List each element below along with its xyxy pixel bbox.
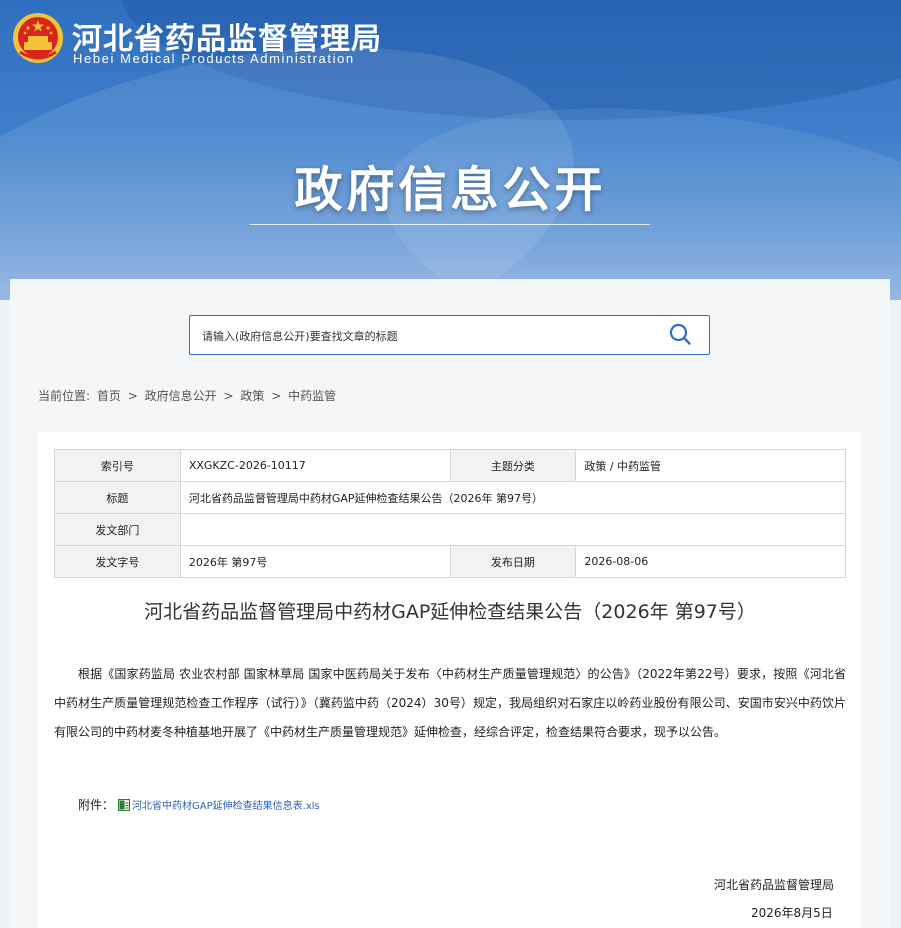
breadcrumb-separator: >	[223, 389, 234, 403]
breadcrumb-separator: >	[271, 389, 282, 403]
banner-title: 政府信息公开	[294, 162, 607, 218]
site-name-english: Hebei Medical Products Administration	[73, 51, 355, 66]
excel-file-icon	[118, 798, 131, 811]
national-emblem-icon[interactable]	[12, 12, 64, 64]
header-banner: 河北省药品监督管理局 Hebei Medical Products Admini…	[0, 0, 901, 300]
document-info-table: 索引号 XXGKZC-2026-10117 主题分类 政策 / 中药监管 标题 …	[54, 449, 847, 578]
breadcrumb: 当前位置: 首页 > 政府信息公开 > 政策 > 中药监管	[38, 387, 339, 404]
dept-label: 发文部门	[54, 513, 181, 546]
index-value: XXGKZC-2026-10117	[179, 449, 451, 482]
index-label: 索引号	[54, 449, 181, 482]
search-placeholder: 请输入(政府信息公开)要查找文章的标题	[202, 330, 398, 343]
attachment-link[interactable]: 河北省中药材GAP延伸检查结果信息表.xls	[132, 797, 320, 812]
table-row: 标题 河北省药品监督管理局中药材GAP延伸检查结果公告（2026年 第97号）	[54, 481, 847, 514]
breadcrumb-item-policy[interactable]: 政策	[240, 389, 264, 403]
signature-date: 2026年8月5日	[751, 906, 833, 920]
breadcrumb-item-home[interactable]: 首页	[97, 389, 121, 403]
category-value: 政策 / 中药监管	[575, 449, 846, 482]
title-label: 标题	[54, 481, 181, 514]
table-row: 发文部门	[54, 513, 847, 546]
breadcrumb-separator: >	[127, 389, 138, 403]
article-title: 河北省药品监督管理局中药材GAP延伸检查结果公告（2026年 第97号）	[144, 601, 756, 623]
banner-divider	[250, 224, 650, 225]
date-value: 2026-08-06	[575, 545, 846, 578]
breadcrumb-item-gov-info[interactable]: 政府信息公开	[145, 389, 217, 403]
docno-label: 发文字号	[54, 545, 181, 578]
attachment-label: 附件：	[78, 798, 115, 812]
title-value: 河北省药品监督管理局中药材GAP延伸检查结果公告（2026年 第97号）	[179, 481, 847, 514]
docno-value: 2026年 第97号	[179, 545, 451, 578]
search-input[interactable]: 请输入(政府信息公开)要查找文章的标题	[189, 315, 710, 355]
search-icon[interactable]	[668, 322, 692, 346]
signature-organization: 河北省药品监督管理局	[714, 878, 835, 892]
breadcrumb-prefix: 当前位置:	[38, 389, 91, 403]
dept-value	[179, 513, 847, 546]
breadcrumb-item-tcm[interactable]: 中药监管	[288, 389, 336, 403]
attachment: 附件： 河北省中药材GAP延伸检查结果信息表.xls	[78, 796, 320, 813]
date-label: 发布日期	[449, 545, 577, 578]
table-row: 索引号 XXGKZC-2026-10117 主题分类 政策 / 中药监管	[54, 449, 846, 482]
table-row: 发文字号 2026年 第97号 发布日期 2026-08-06	[54, 545, 846, 578]
article-body: 根据《国家药监局 农业农村部 国家林草局 国家中医药局关于发布〈中药材生产质量管…	[54, 667, 846, 739]
category-label: 主题分类	[449, 449, 577, 482]
